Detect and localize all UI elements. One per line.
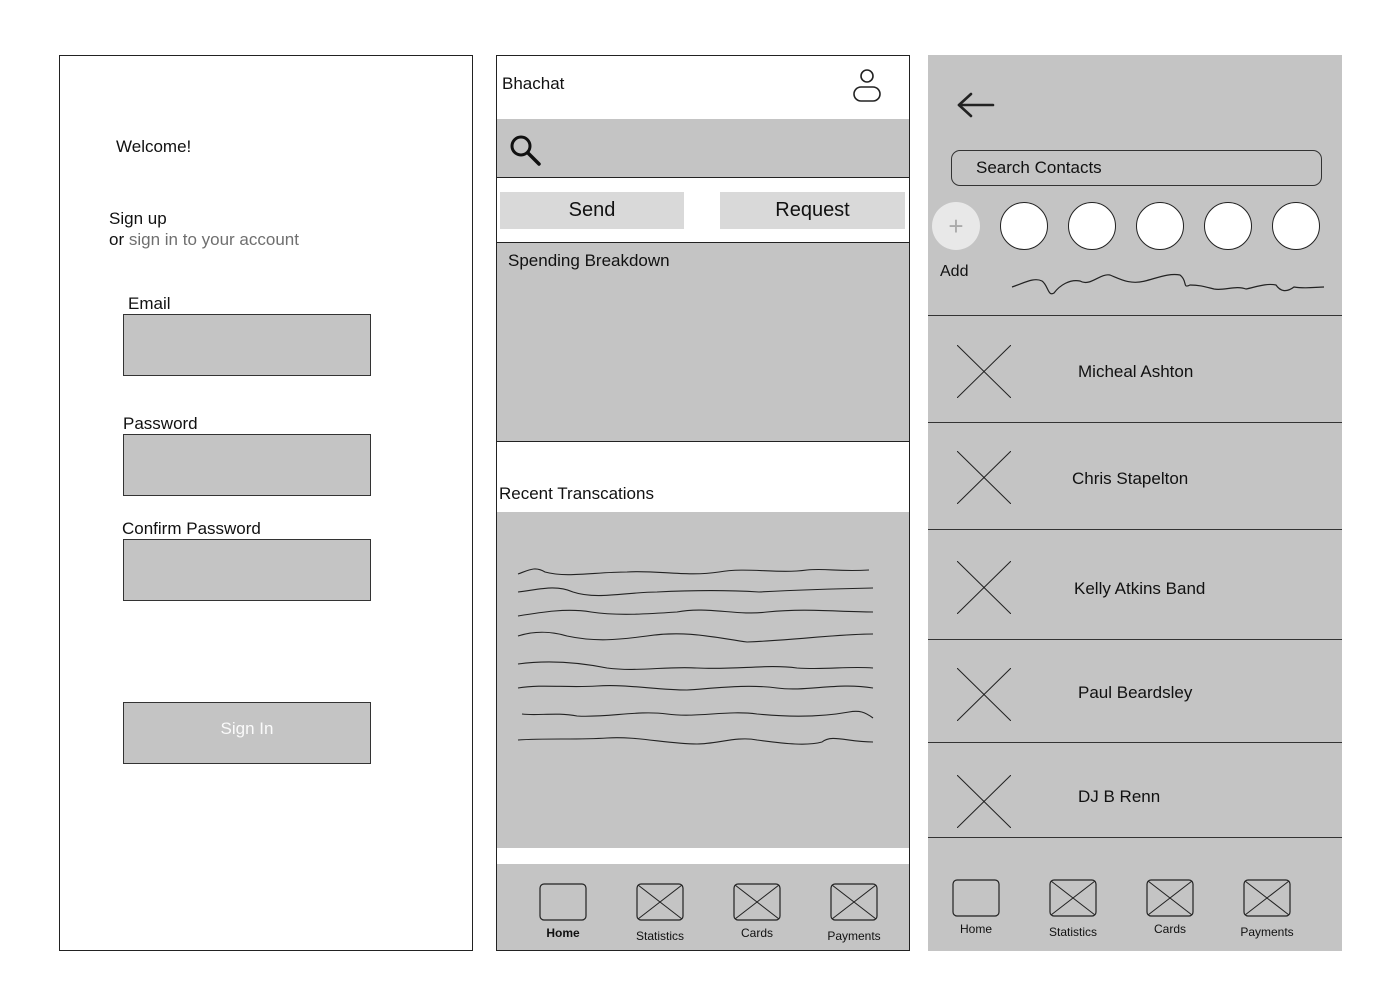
- nav-label-payments: Payments: [827, 929, 881, 943]
- search-contacts-input[interactable]: [952, 151, 1321, 185]
- cards-tab-icon: [733, 883, 781, 921]
- scribble-placeholder: [1011, 273, 1325, 295]
- bottom-nav: Home Statistics Cards Payments: [497, 864, 909, 950]
- arrow-left-icon[interactable]: [956, 91, 996, 119]
- nav-label-statistics: Statistics: [1048, 925, 1097, 939]
- contact-avatar-placeholder-icon: [957, 345, 1011, 398]
- user-profile-icon[interactable]: [852, 68, 882, 104]
- contact-avatar-placeholder-icon: [957, 451, 1011, 504]
- contact-row[interactable]: Chris Stapelton: [928, 422, 1342, 529]
- request-button[interactable]: Request: [720, 192, 905, 229]
- contacts-screen: + Add Micheal Ashton Chris Stapelton Kel…: [928, 55, 1342, 951]
- app-title: Bhachat: [502, 74, 565, 93]
- favorite-contact-avatar[interactable]: [1272, 202, 1320, 250]
- signup-heading: Sign up: [109, 209, 167, 228]
- contact-name: DJ B Renn: [1078, 787, 1161, 806]
- spending-breakdown-title: Spending Breakdown: [508, 251, 670, 270]
- contact-avatar-placeholder-icon: [957, 668, 1011, 721]
- contact-name: Paul Beardsley: [1078, 683, 1193, 702]
- nav-label-payments: Payments: [1240, 925, 1294, 939]
- recent-transactions-list[interactable]: [497, 512, 909, 848]
- contact-name: Kelly Atkins Band: [1074, 579, 1206, 598]
- home-tab-icon: [952, 879, 1000, 917]
- send-button[interactable]: Send: [500, 192, 684, 229]
- sign-in-button[interactable]: Sign In: [123, 702, 371, 764]
- confirm-password-label: Confirm Password: [122, 519, 261, 538]
- add-contact-label: Add: [940, 263, 969, 280]
- home-screen: Bhachat Send Request Spending Breakdown …: [496, 55, 910, 951]
- email-field[interactable]: [124, 315, 370, 375]
- email-label: Email: [128, 294, 171, 313]
- contact-avatar-placeholder-icon: [957, 561, 1011, 614]
- bottom-nav: Home Statistics Cards Payments: [928, 861, 1342, 951]
- search-bar[interactable]: [497, 119, 909, 178]
- confirm-password-field[interactable]: [124, 540, 370, 600]
- contact-row[interactable]: Kelly Atkins Band: [928, 529, 1342, 639]
- nav-label-home: Home: [959, 922, 992, 936]
- or-text: or: [109, 230, 125, 249]
- search-contacts-box: [951, 150, 1322, 186]
- magnifier-icon[interactable]: [509, 134, 541, 166]
- favorite-contact-avatar[interactable]: [1136, 202, 1184, 250]
- signin-link[interactable]: sign in to your account: [129, 230, 299, 249]
- contact-name: Chris Stapelton: [1072, 469, 1189, 488]
- email-field-box: [123, 314, 371, 376]
- favorite-contact-avatar[interactable]: [1204, 202, 1252, 250]
- contact-row[interactable]: Micheal Ashton: [928, 315, 1342, 422]
- nav-label-cards: Cards: [1153, 922, 1186, 936]
- confirm-password-field-box: [123, 539, 371, 601]
- statistics-tab-icon: [636, 883, 684, 921]
- home-tab-icon: [539, 883, 587, 921]
- signup-screen: Welcome! Sign up or sign in to your acco…: [59, 55, 473, 951]
- app-header: Bhachat: [497, 56, 909, 120]
- contact-name: Micheal Ashton: [1078, 362, 1194, 381]
- spending-breakdown-card[interactable]: Spending Breakdown: [497, 243, 909, 442]
- action-bar: Send Request: [497, 178, 909, 243]
- nav-label-cards: Cards: [740, 926, 773, 940]
- favorite-contact-avatar[interactable]: [1000, 202, 1048, 250]
- payments-tab-icon: [830, 883, 878, 921]
- password-field[interactable]: [124, 435, 370, 495]
- welcome-text: Welcome!: [116, 137, 192, 156]
- password-field-box: [123, 434, 371, 496]
- contact-row[interactable]: Paul Beardsley: [928, 639, 1342, 742]
- cards-tab-icon: [1146, 879, 1194, 917]
- password-label: Password: [123, 414, 198, 433]
- signin-prompt: or sign in to your account: [109, 230, 299, 250]
- payments-tab-icon: [1243, 879, 1291, 917]
- scribble-placeholder: [517, 568, 874, 745]
- nav-label-home: Home: [546, 926, 580, 940]
- contact-row[interactable]: DJ B Renn: [928, 742, 1342, 838]
- contact-avatar-placeholder-icon: [957, 775, 1011, 828]
- favorite-contact-avatar[interactable]: [1068, 202, 1116, 250]
- statistics-tab-icon: [1049, 879, 1097, 917]
- nav-label-statistics: Statistics: [635, 929, 684, 943]
- add-contact-button[interactable]: +: [932, 202, 980, 250]
- recent-transactions-title: Recent Transcations: [499, 484, 654, 503]
